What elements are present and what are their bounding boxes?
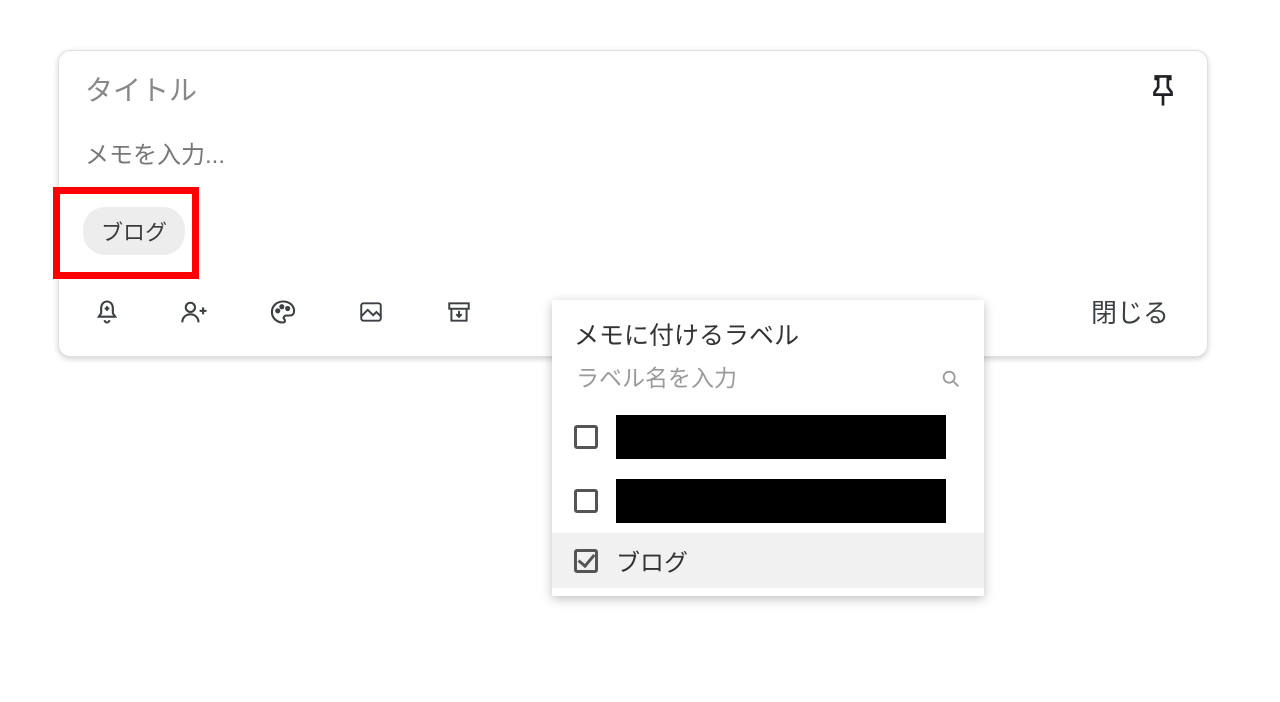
color-button[interactable] [259,288,307,336]
redacted-label [616,479,946,523]
label-search-row [552,364,984,405]
pin-icon [1148,74,1178,108]
label-popup-title: メモに付けるラベル [552,316,984,364]
checkbox-checked-icon [574,549,598,573]
label-option[interactable]: ブログ [552,533,984,588]
person-add-icon [180,298,210,326]
label-search-input[interactable] [574,364,940,393]
image-button[interactable] [347,288,395,336]
collaborator-button[interactable] [171,288,219,336]
checkbox-unchecked-icon [574,425,598,449]
reminder-button[interactable] [83,288,131,336]
label-popup: メモに付けるラベル ブログ [552,300,984,596]
palette-icon [269,298,297,326]
note-body-input[interactable] [83,141,1183,171]
bell-plus-icon [93,298,121,326]
label-chip-area: ブログ [83,207,1183,255]
checkbox-unchecked-icon [574,489,598,513]
label-option[interactable] [552,469,984,533]
archive-button[interactable] [435,288,483,336]
search-icon [940,368,962,390]
image-icon [358,299,384,325]
label-option-text: ブログ [616,543,688,578]
label-option[interactable] [552,405,984,469]
redacted-label [616,415,946,459]
close-button[interactable]: 閉じる [1077,285,1183,338]
label-chip[interactable]: ブログ [83,207,185,255]
note-title-input[interactable] [83,74,1143,108]
archive-icon [446,299,472,325]
pin-button[interactable] [1143,71,1183,111]
title-row [83,71,1183,111]
